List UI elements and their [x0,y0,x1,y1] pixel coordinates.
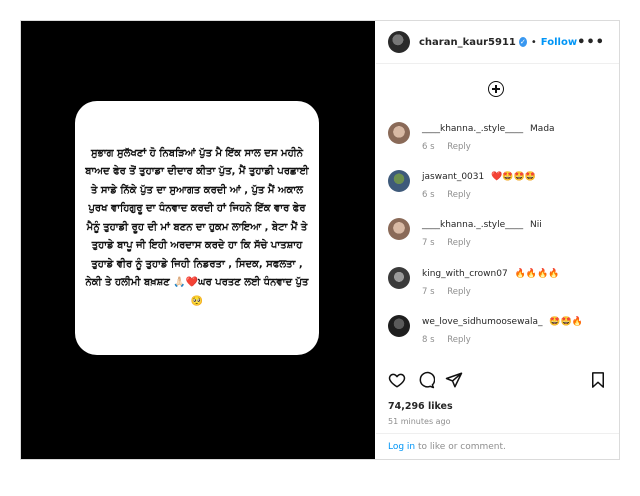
reply-button[interactable]: Reply [447,238,471,248]
comment-username[interactable]: we_love_sidhumoosewala_ [422,317,542,327]
action-bar [388,371,607,389]
comment-item: ____khanna._.style____ Nii 7 s Reply [388,218,613,258]
comment-body: jaswant_0031 ❤️🤩🤩🤩 [422,172,536,182]
comment-item: ____khanna._.style____ Mada 6 s Reply [388,122,613,162]
comment-meta: 7 s Reply [422,238,471,248]
comment-time: 8 s [422,335,435,345]
commenter-avatar[interactable] [388,315,410,337]
reply-button[interactable]: Reply [447,335,471,345]
reply-button[interactable]: Reply [447,287,471,297]
comment-time: 7 s [422,287,435,297]
comment-text: Mada [530,124,555,134]
add-circle-icon[interactable] [488,81,504,97]
comment-meta: 8 s Reply [422,335,471,345]
comment-body: king_with_crown07 🔥🔥🔥🔥 [422,269,559,279]
bookmark-icon[interactable] [589,371,607,389]
post-timestamp: 51 minutes ago [388,417,451,426]
comment-time: 6 s [422,142,435,152]
post-sidebar: charan_kaur5911 ✓ • Follow ••• ____khann… [376,21,619,459]
post-image: ਸੁਭਾਗ ਸੁਲੱਖਣਾਂ ਹੋ ਨਿਬੜਿਆਂ ਪੁੱਤ ਮੈ ਇੱਕ ਸਾ… [21,21,375,459]
commenter-avatar[interactable] [388,267,410,289]
post-header: charan_kaur5911 ✓ • Follow ••• [376,21,619,64]
heart-icon[interactable] [388,371,406,389]
owner-username[interactable]: charan_kaur5911 [419,37,516,48]
comment-text: ❤️🤩🤩🤩 [491,172,536,182]
login-link[interactable]: Log in [388,442,415,452]
comment-time: 7 s [422,238,435,248]
reply-button[interactable]: Reply [447,190,471,200]
comment-username[interactable]: jaswant_0031 [422,172,484,182]
verified-icon: ✓ [518,37,527,47]
reply-button[interactable]: Reply [447,142,471,152]
comment-meta: 6 s Reply [422,190,471,200]
comment-username[interactable]: ____khanna._.style____ [422,124,523,134]
comment-body: ____khanna._.style____ Mada [422,124,555,134]
comment-text: Nii [530,220,542,230]
comment-text: 🤩🤩🔥 [549,317,583,327]
share-icon[interactable] [445,371,463,389]
header-separator: • [530,36,537,48]
comment-text: 🔥🔥🔥🔥 [514,269,560,279]
comment-username[interactable]: king_with_crown07 [422,269,508,279]
comment-body: we_love_sidhumoosewala_ 🤩🤩🔥 [422,317,583,327]
owner-avatar[interactable] [388,31,410,53]
login-suffix: to like or comment. [415,442,506,452]
commenter-avatar[interactable] [388,218,410,240]
more-icon[interactable]: ••• [577,35,605,50]
comment-meta: 7 s Reply [422,287,471,297]
comment-body: ____khanna._.style____ Nii [422,220,542,230]
follow-button[interactable]: Follow [541,37,577,48]
post-modal: ਸੁਭਾਗ ਸੁਲੱਖਣਾਂ ਹੋ ਨਿਬੜਿਆਂ ਪੁੱਤ ਮੈ ਇੱਕ ਸਾ… [20,20,620,460]
likes-count[interactable]: 74,296 likes [388,401,453,412]
comment-username[interactable]: ____khanna._.style____ [422,220,523,230]
commenter-avatar[interactable] [388,170,410,192]
caption-card: ਸੁਭਾਗ ਸੁਲੱਖਣਾਂ ਹੋ ਨਿਬੜਿਆਂ ਪੁੱਤ ਮੈ ਇੱਕ ਸਾ… [75,101,319,355]
comment-item: jaswant_0031 ❤️🤩🤩🤩 6 s Reply [388,170,613,210]
comment-item: we_love_sidhumoosewala_ 🤩🤩🔥 8 s Reply [388,315,613,355]
comment-time: 6 s [422,190,435,200]
commenter-avatar[interactable] [388,122,410,144]
comment-item: king_with_crown07 🔥🔥🔥🔥 7 s Reply [388,267,613,307]
comment-meta: 6 s Reply [422,142,471,152]
login-prompt: Log in to like or comment. [376,433,619,459]
caption-text: ਸੁਭਾਗ ਸੁਲੱਖਣਾਂ ਹੋ ਨਿਬੜਿਆਂ ਪੁੱਤ ਮੈ ਇੱਕ ਸਾ… [85,147,309,307]
comment-icon[interactable] [417,371,436,389]
